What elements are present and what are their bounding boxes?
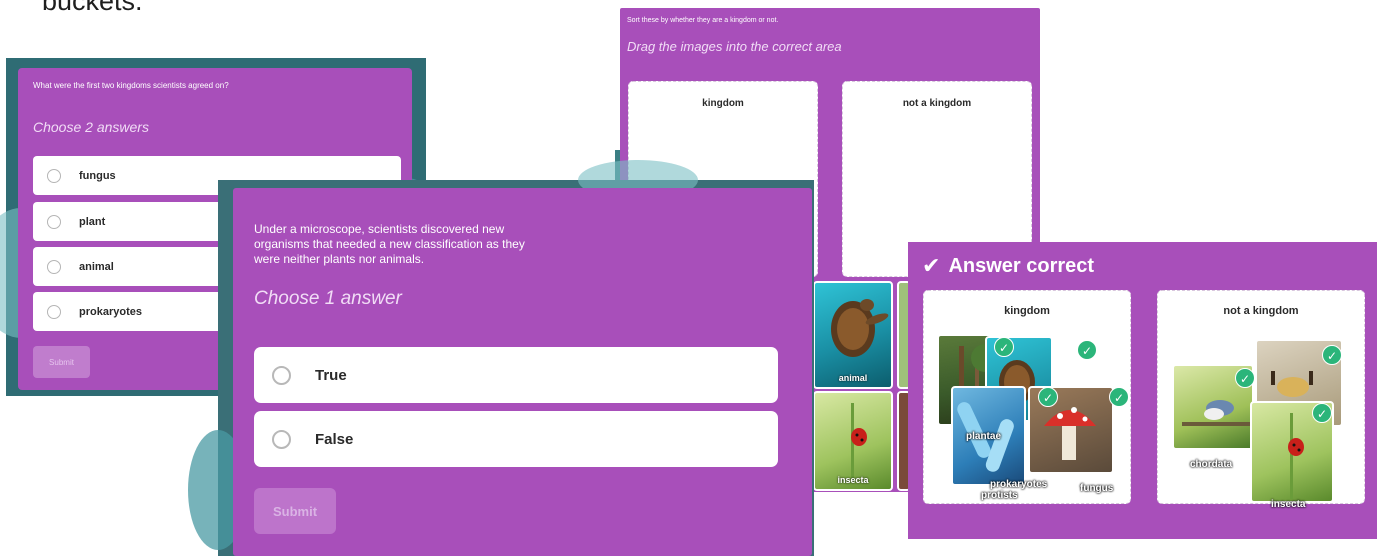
answer-option-label: animal (79, 260, 114, 273)
submit-button[interactable]: Submit (254, 488, 336, 534)
checkbox-icon (47, 214, 61, 229)
result-header: ✔ Answer correct (922, 253, 1094, 279)
draggable-image-animal[interactable]: animal (813, 281, 893, 389)
image-label: insecta (1271, 499, 1306, 510)
answer-option-label: fungus (79, 169, 116, 182)
checkbox-icon (47, 168, 61, 183)
drop-zone-title: kingdom (1004, 305, 1050, 317)
question-text: Under a microscope, scientists discovere… (254, 222, 525, 266)
check-badge-icon: ✓ (1038, 387, 1058, 407)
drop-zone-title: kingdom (702, 98, 744, 109)
radio-icon (272, 365, 291, 385)
drop-zone-title: not a kingdom (902, 98, 972, 109)
radio-icon (272, 429, 291, 449)
answer-option-true[interactable]: True (254, 347, 778, 403)
submit-button[interactable]: Submit (33, 346, 90, 378)
image-label: protists (981, 490, 1018, 501)
check-badge-icon: ✓ (1322, 345, 1342, 365)
image-label: chordata (1190, 459, 1233, 470)
heading-fragment: buckets. (42, 0, 143, 16)
check-badge-icon: ✓ (1312, 403, 1332, 423)
answer-option-false[interactable]: False (254, 411, 778, 467)
checkbox-icon (47, 259, 61, 274)
image-label: prokaryotes (990, 479, 1048, 490)
check-badge-icon: ✓ (1077, 340, 1097, 360)
checkmark-icon: ✔ (922, 253, 941, 278)
tile-label: insecta (837, 475, 869, 485)
instruction-text: Drag the images into the correct area (627, 39, 842, 54)
drop-zone-not-kingdom: not a kingdom ✓ ✓ ✓ chordata insecta (1157, 290, 1365, 510)
question-text: Sort these by whether they are a kingdom… (627, 17, 779, 24)
result-status: Answer correct (948, 254, 1095, 277)
tile-label: animal (838, 373, 868, 383)
quiz-card-true-false: Under a microscope, scientists discovere… (233, 188, 812, 556)
quiz-card-result: ✔ Answer correct kingdom ✓ ✓ ✓ ✓ plantae… (908, 242, 1377, 539)
check-badge-icon: ✓ (994, 337, 1014, 357)
answer-option-label: prokaryotes (79, 305, 142, 318)
image-label: fungus (1080, 483, 1114, 494)
instruction-text: Choose 2 answers (33, 119, 149, 135)
answer-option-label: False (315, 430, 354, 448)
check-badge-icon: ✓ (1235, 368, 1255, 388)
checkbox-icon (47, 304, 61, 319)
answer-option-label: True (315, 366, 347, 384)
check-badge-icon: ✓ (1109, 387, 1129, 407)
instruction-text: Choose 1 answer (254, 288, 402, 309)
answer-option-label: plant (79, 215, 106, 228)
drop-zone-kingdom: kingdom ✓ ✓ ✓ ✓ plantae prokaryotes prot… (923, 290, 1131, 504)
draggable-image-insecta[interactable]: insecta (813, 391, 893, 491)
image-label: plantae (966, 431, 1002, 442)
drop-zone-title: not a kingdom (1223, 305, 1299, 317)
question-text: What were the first two kingdoms scienti… (33, 81, 229, 90)
